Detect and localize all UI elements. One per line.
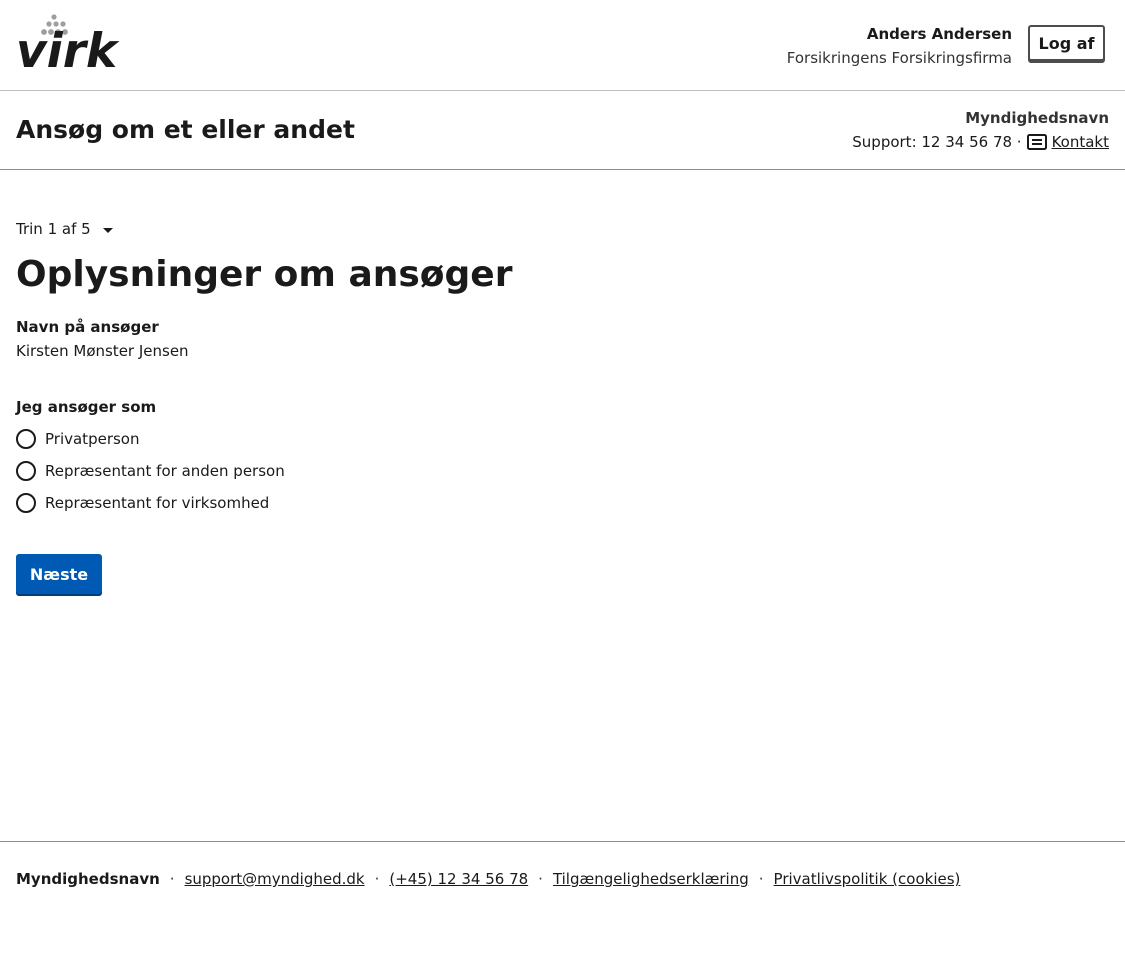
support-phone: Support: 12 34 56 78 · (852, 133, 1022, 151)
radio-button[interactable] (16, 461, 36, 481)
radio-option-other-person[interactable]: Repræsentant for anden person (16, 460, 285, 482)
radio-label: Repræsentant for anden person (45, 462, 285, 480)
user-name: Anders Andersen (866, 25, 1012, 43)
authority-name: Myndighedsnavn (965, 109, 1109, 127)
logo-text: virk (16, 24, 118, 79)
footer-privacy-link[interactable]: Privatlivspolitik (cookies) (774, 868, 961, 890)
support-line: Support: 12 34 56 78 · Kontakt (852, 131, 1109, 153)
virk-logo[interactable]: virk (16, 14, 118, 79)
service-title: Ansøg om et eller andet (16, 115, 355, 144)
step-indicator[interactable]: Trin 1 af 5 (16, 218, 113, 240)
footer-phone-link[interactable]: (+45) 12 34 56 78 (389, 868, 528, 890)
radio-label: Privatperson (45, 430, 140, 448)
footer-links: Myndighedsnavn · support@myndighed.dk · … (16, 868, 960, 890)
footer-accessibility-link[interactable]: Tilgængelighedserklæring (553, 868, 749, 890)
site-header: virk Anders Andersen Forsikringens Forsi… (0, 0, 1125, 91)
message-icon (1026, 134, 1047, 150)
site-footer: Myndighedsnavn · support@myndighed.dk · … (0, 841, 1125, 962)
contact-link[interactable]: Kontakt (1052, 131, 1109, 153)
service-header: Ansøg om et eller andet Myndighedsnavn S… (0, 91, 1125, 170)
footer-authority-name: Myndighedsnavn (16, 870, 160, 888)
next-button[interactable]: Næste (16, 554, 102, 594)
user-organization: Forsikringens Forsikringsfirma (786, 49, 1012, 67)
radio-button[interactable] (16, 493, 36, 513)
authority-info: Myndighedsnavn Support: 12 34 56 78 · Ko… (852, 107, 1109, 153)
footer-separator: · (538, 870, 543, 888)
applicant-name-value: Kirsten Mønster Jensen (16, 342, 189, 360)
footer-separator: · (169, 870, 175, 888)
footer-separator: · (374, 870, 380, 888)
applicant-role-legend: Jeg ansøger som (16, 398, 157, 416)
radio-option-company[interactable]: Repræsentant for virksomhed (16, 492, 269, 514)
caret-down-icon (102, 227, 113, 233)
applicant-name-label: Navn på ansøger (16, 318, 159, 336)
footer-separator: · (758, 870, 764, 888)
logout-button[interactable]: Log af (1028, 25, 1105, 61)
footer-email-link[interactable]: support@myndighed.dk (185, 868, 365, 890)
page-title: Oplysninger om ansøger (16, 254, 513, 295)
radio-button[interactable] (16, 429, 36, 449)
user-info: Anders Andersen Forsikringens Forsikring… (787, 24, 1012, 68)
radio-option-private[interactable]: Privatperson (16, 428, 139, 450)
step-label: Trin 1 af 5 (16, 220, 91, 238)
radio-label: Repræsentant for virksomhed (45, 494, 270, 512)
